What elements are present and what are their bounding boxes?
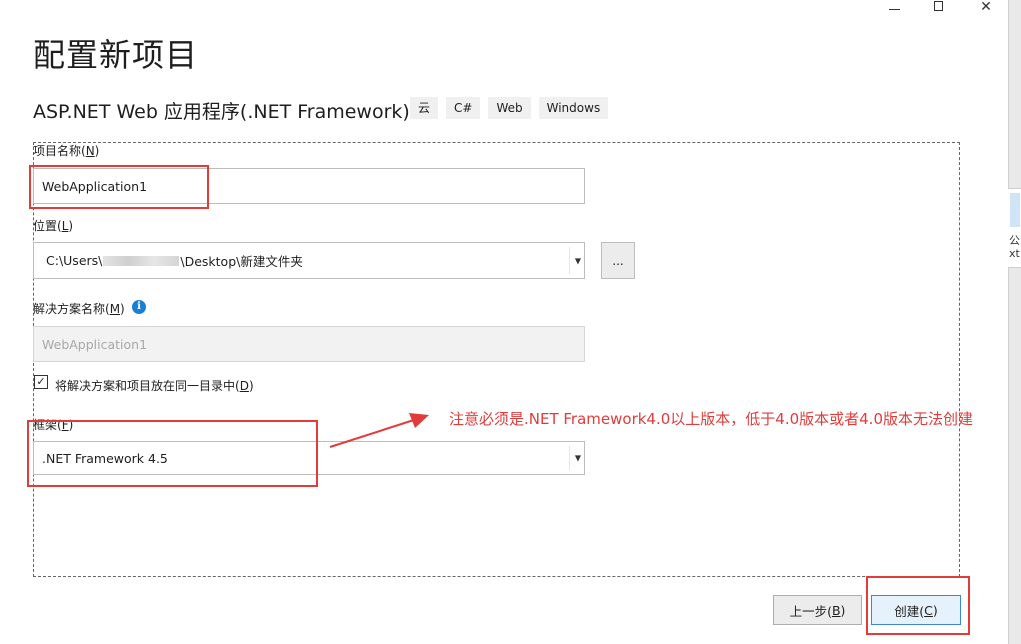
solution-name-placeholder: WebApplication1 xyxy=(42,336,148,352)
same-directory-checkbox[interactable]: ✓ xyxy=(34,375,48,389)
location-value: C:\Users\ xyxy=(46,253,103,268)
info-icon[interactable]: i xyxy=(132,300,146,314)
annotation-arrow-icon xyxy=(329,413,429,448)
configure-project-dialog: ✕ 配置新项目 ASP.NET Web 应用程序(.NET Framework)… xyxy=(0,0,1008,644)
highlight-project-name xyxy=(29,165,209,209)
browse-button[interactable]: ... xyxy=(601,242,635,279)
background-window-edge xyxy=(1008,0,1021,644)
project-name-label: 项目名称(N) xyxy=(33,144,100,158)
solution-name-label: 解决方案名称(M) xyxy=(33,302,125,316)
tag-web: Web xyxy=(488,97,531,119)
combo-separator xyxy=(569,247,570,274)
location-label: 位置(L) xyxy=(33,219,74,233)
tag-windows: Windows xyxy=(538,97,609,119)
create-button[interactable]: 创建(C) xyxy=(871,595,961,625)
minimize-icon xyxy=(888,8,900,10)
project-type-title: ASP.NET Web 应用程序(.NET Framework) xyxy=(33,101,410,123)
back-button[interactable]: 上一步(B) xyxy=(773,595,862,625)
chevron-down-icon[interactable]: ▼ xyxy=(575,454,581,463)
background-selection xyxy=(1010,193,1020,227)
browse-label: ... xyxy=(612,253,624,268)
redacted-username xyxy=(103,255,180,266)
page-title: 配置新项目 xyxy=(33,36,199,74)
background-window-text: 公 xt xyxy=(1009,234,1020,260)
tag-cloud: 云 xyxy=(410,97,439,119)
highlight-framework xyxy=(27,420,318,487)
minimize-button[interactable] xyxy=(882,0,906,14)
maximize-icon xyxy=(933,1,943,11)
solution-name-input[interactable]: WebApplication1 xyxy=(33,326,585,362)
chevron-down-icon[interactable]: ▼ xyxy=(575,256,581,265)
maximize-button[interactable] xyxy=(926,0,950,14)
location-combobox[interactable]: C:\Users\ \Desktop\新建文件夹 ▼ xyxy=(33,242,585,279)
location-value-rest: \Desktop\新建文件夹 xyxy=(180,254,303,269)
close-button[interactable]: ✕ xyxy=(974,0,998,14)
framework-separator xyxy=(569,446,570,470)
same-directory-label[interactable]: 将解决方案和项目放在同一目录中(D) xyxy=(55,377,254,394)
project-tags: 云 C# Web Windows xyxy=(410,97,609,119)
tag-csharp: C# xyxy=(446,97,481,119)
annotation-note: 注意必须是.NET Framework4.0以上版本，低于4.0版本或者4.0版… xyxy=(449,410,973,428)
close-icon: ✕ xyxy=(980,0,992,15)
